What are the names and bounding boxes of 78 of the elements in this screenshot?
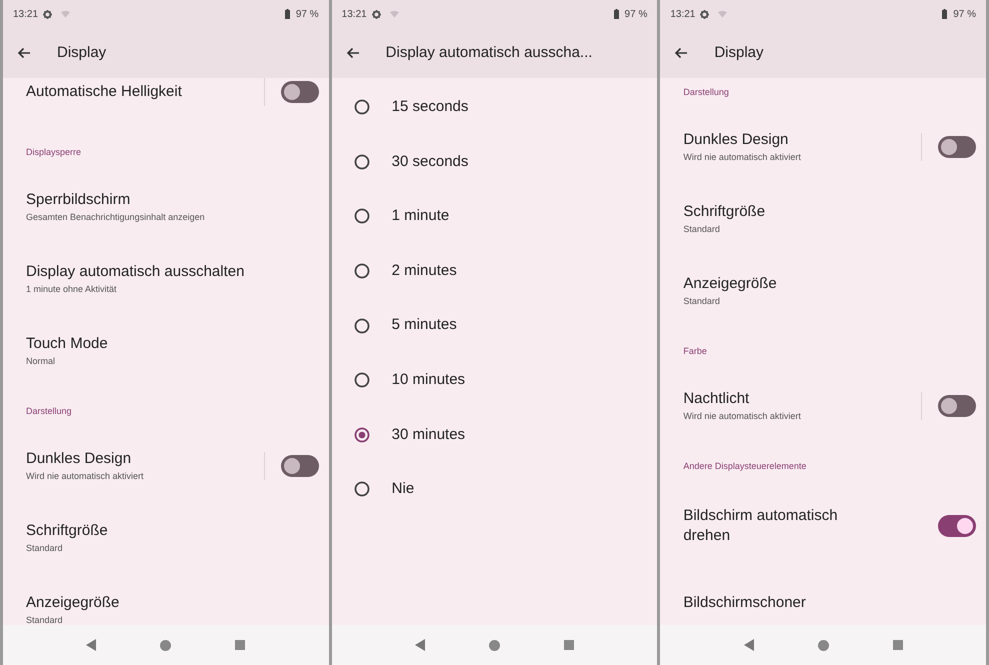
back-triangle-icon[interactable] <box>744 639 754 651</box>
battery-percentage: 97 % <box>624 8 648 22</box>
battery-percentage: 97 % <box>296 8 319 22</box>
radio-button[interactable] <box>354 154 370 170</box>
setting-title[interactable]: Bildschirmschoner <box>683 593 976 613</box>
radio-option[interactable]: Nie <box>332 462 658 517</box>
radio-option[interactable]: 10 minutes <box>332 352 658 408</box>
back-arrow-icon[interactable] <box>674 47 688 59</box>
setting-summary: Wird nie automatisch aktiviert <box>26 470 145 483</box>
wifi-icon <box>61 10 70 18</box>
radio-button[interactable] <box>354 318 370 334</box>
status-time: 13:21 <box>670 8 696 22</box>
back-triangle-icon[interactable] <box>86 639 96 651</box>
toggle-switch[interactable] <box>938 515 976 537</box>
gear-icon <box>372 10 381 18</box>
radio-option[interactable]: 1 minute <box>332 189 658 244</box>
radio-option[interactable]: 30 minutes <box>332 408 658 462</box>
home-circle-icon[interactable] <box>160 640 172 650</box>
status-time: 13:21 <box>342 8 367 22</box>
setting-title[interactable]: Nachtlicht <box>683 389 922 409</box>
setting-summary: Standard <box>683 295 721 308</box>
setting-summary: Standard <box>26 614 64 625</box>
section-header: Darstellung <box>683 86 729 99</box>
setting-title[interactable]: Automatische Helligkeit <box>26 82 264 102</box>
setting-title[interactable]: Touch Mode <box>26 334 319 354</box>
radio-option[interactable]: 30 seconds <box>332 134 658 190</box>
setting-title[interactable]: Anzeigegröße <box>683 274 976 294</box>
radio-option[interactable]: 5 minutes <box>332 298 658 353</box>
radio-button[interactable] <box>354 481 370 498</box>
setting-title[interactable]: Dunkles Design <box>26 449 264 469</box>
radio-button[interactable] <box>354 99 370 116</box>
recents-square-icon[interactable] <box>892 640 903 650</box>
section-header: Darstellung <box>26 404 72 418</box>
gear-icon <box>700 10 710 18</box>
setting-summary: Standard <box>26 542 64 555</box>
setting-title[interactable]: Anzeigegröße <box>26 593 319 613</box>
setting-summary: Normal <box>26 355 56 368</box>
toggle-switch[interactable] <box>938 136 976 158</box>
screen-title: Display <box>714 42 764 63</box>
wifi-icon <box>390 10 399 18</box>
setting-title[interactable]: Sperrbildschirm <box>26 190 319 210</box>
setting-title[interactable]: Schriftgröße <box>683 202 976 222</box>
radio-option[interactable]: 15 seconds <box>332 80 658 135</box>
radio-option[interactable]: 2 minutes <box>332 244 658 298</box>
radio-button[interactable] <box>354 372 370 388</box>
toggle-switch[interactable] <box>280 81 319 103</box>
setting-title[interactable]: Schriftgröße <box>26 521 319 541</box>
section-header: Displaysperre <box>26 146 82 159</box>
radio-button[interactable] <box>354 208 370 224</box>
battery-icon <box>284 9 290 19</box>
screen-title: Display <box>57 42 106 63</box>
back-arrow-icon[interactable] <box>346 47 360 59</box>
setting-summary: 1 minute ohne Aktivität <box>26 283 118 296</box>
section-header: Andere Displaysteuerelemente <box>683 460 806 473</box>
radio-button[interactable] <box>354 263 370 280</box>
setting-title[interactable]: Display automatisch ausschalten <box>26 262 319 282</box>
gear-icon <box>43 10 52 18</box>
section-header: Farbe <box>683 344 707 358</box>
setting-summary: Gesamten Benachrichtigungsinhalt anzeigen <box>26 211 206 224</box>
back-arrow-icon[interactable] <box>17 47 31 59</box>
battery-icon <box>614 9 619 19</box>
toggle-switch[interactable] <box>280 455 319 477</box>
setting-title[interactable]: Bildschirm automatisch drehen <box>683 506 884 546</box>
setting-summary: Wird nie automatisch aktiviert <box>683 151 802 164</box>
battery-icon <box>942 9 948 19</box>
home-circle-icon[interactable] <box>489 640 500 650</box>
toggle-switch[interactable] <box>938 395 976 417</box>
back-triangle-icon[interactable] <box>415 639 425 651</box>
setting-summary: Standard <box>683 223 721 236</box>
recents-square-icon[interactable] <box>235 640 246 650</box>
status-time: 13:21 <box>13 8 38 22</box>
battery-percentage: 97 % <box>953 8 976 22</box>
setting-summary: Wird nie automatisch aktiviert <box>683 410 802 423</box>
home-circle-icon[interactable] <box>818 640 829 650</box>
setting-title[interactable]: Dunkles Design <box>683 130 922 150</box>
screen-title: Display automatisch ausscha... <box>386 42 592 63</box>
wifi-icon <box>718 10 728 18</box>
radio-button[interactable] <box>354 426 370 443</box>
